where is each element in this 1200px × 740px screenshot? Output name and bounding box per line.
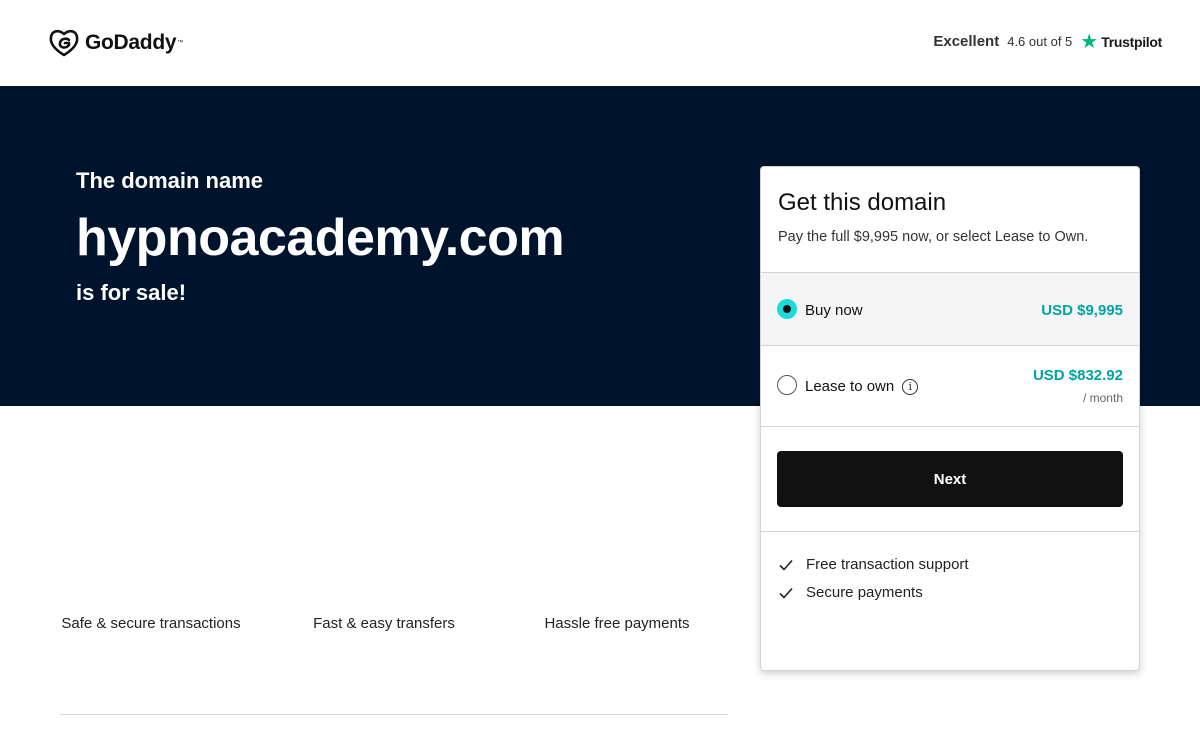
benefit-item: Secure payments <box>779 584 923 601</box>
card-subtitle: Pay the full $9,995 now, or select Lease… <box>778 229 1089 245</box>
trustpilot-rating[interactable]: Excellent 4.6 out of 5 ★ Trustpilot <box>933 30 1162 53</box>
site-header: GoDaddy ™ Excellent 4.6 out of 5 ★ Trust… <box>0 0 1200 86</box>
purchase-card: Get this domain Pay the full $9,995 now,… <box>760 166 1140 671</box>
benefit-label: Free transaction support <box>806 556 969 573</box>
option-lease-to-own[interactable]: Lease to own i USD $832.92 / month <box>761 345 1139 426</box>
check-icon <box>779 559 793 571</box>
trademark-mark: ™ <box>177 40 184 46</box>
trust-score: 4.6 out of 5 <box>1007 34 1073 49</box>
trustpilot-star-icon: ★ <box>1080 30 1099 53</box>
option-price: USD $9,995 <box>1041 302 1123 319</box>
feature-safe-secure: Safe & secure transactions <box>61 615 241 632</box>
trust-rating-label: Excellent <box>933 33 1000 50</box>
benefit-item: Free transaction support <box>779 556 969 573</box>
benefit-label: Secure payments <box>806 584 923 601</box>
hero-pre-text: The domain name <box>76 168 264 193</box>
trustpilot-brand: Trustpilot <box>1101 33 1162 50</box>
radio-selected-icon[interactable] <box>777 299 797 319</box>
option-label: Lease to own <box>805 378 895 395</box>
option-label-wrap: Lease to own i <box>805 378 919 395</box>
next-button[interactable]: Next <box>777 451 1123 507</box>
godaddy-logo-icon <box>49 29 79 57</box>
godaddy-logo[interactable]: GoDaddy ™ <box>48 28 183 58</box>
check-icon <box>779 587 793 599</box>
feature-fast-transfers: Fast & easy transfers <box>313 615 455 632</box>
option-label: Buy now <box>805 302 863 319</box>
feature-hassle-free: Hassle free payments <box>544 615 690 632</box>
price-period: / month <box>1082 391 1123 405</box>
next-section: Next <box>761 426 1139 531</box>
info-icon[interactable]: i <box>902 378 919 395</box>
domain-name: hypnoacademy.com <box>76 209 565 267</box>
hero-post-text: is for sale! <box>76 280 187 305</box>
radio-unselected-icon[interactable] <box>777 375 797 395</box>
divider <box>60 714 728 715</box>
benefits-list: Free transaction support Secure payments <box>761 531 1139 670</box>
option-price: USD $832.92 <box>1032 367 1123 384</box>
option-buy-now[interactable]: Buy now USD $9,995 <box>761 272 1139 345</box>
logo-text: GoDaddy <box>85 31 177 54</box>
card-title: Get this domain <box>778 189 947 216</box>
